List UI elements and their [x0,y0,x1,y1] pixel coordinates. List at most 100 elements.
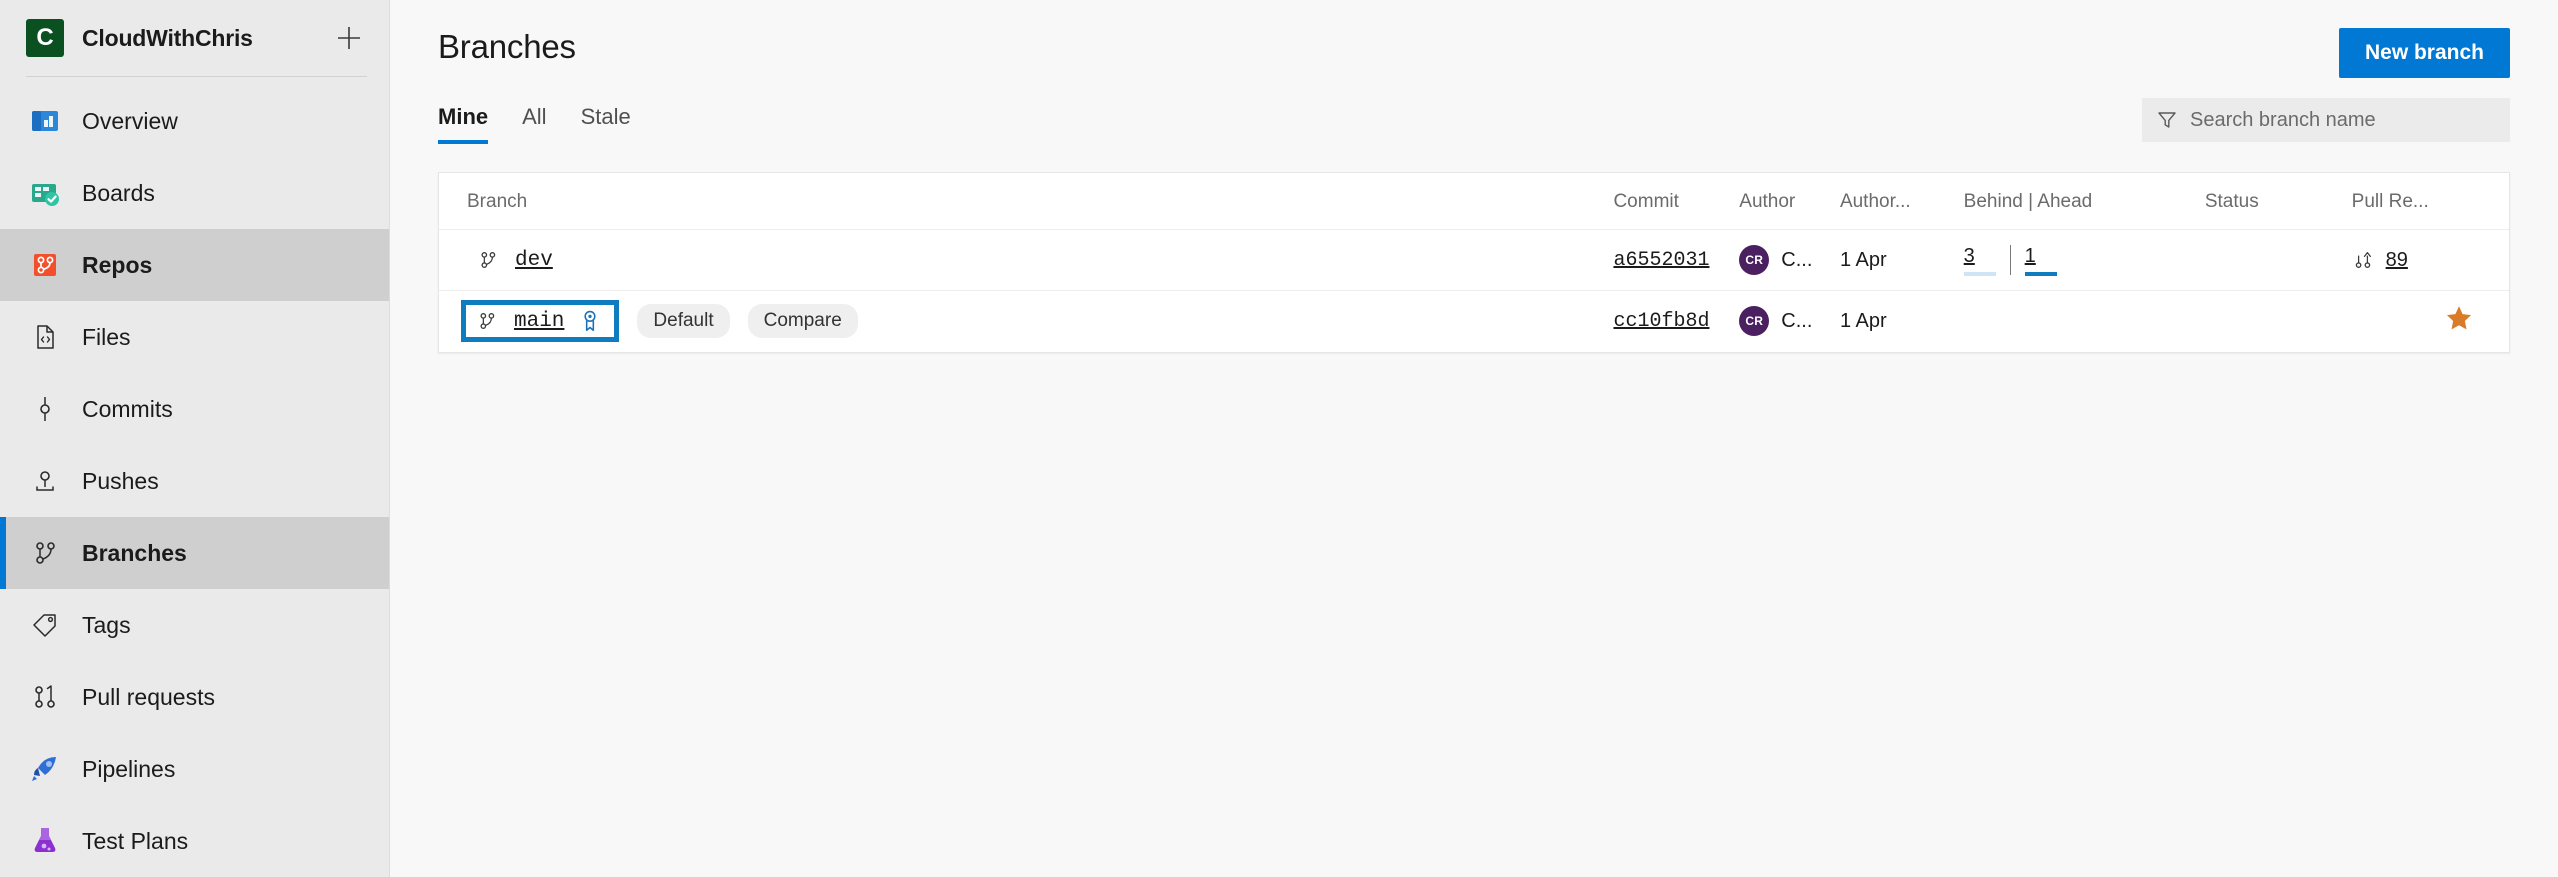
sidebar-item-files[interactable]: Files [0,301,389,373]
column-header-status[interactable]: Status [2204,173,2352,230]
behind-group: 3 [1963,245,1996,276]
branches-table-card: Branch Commit Author Author... Behind | … [438,172,2510,353]
sidebar-item-label: Overview [82,107,178,134]
main-content: Branches New branch Mine All Stale Searc… [390,0,2558,877]
commits-icon [26,390,64,428]
sidebar-item-overview[interactable]: Overview [0,85,389,157]
pull-request-icon [2352,249,2374,271]
pipelines-icon [26,750,64,788]
page-title: Branches [438,28,576,65]
boards-icon [26,174,64,212]
ahead-group: 1 [2024,245,2057,276]
table-header-row: Branch Commit Author Author... Behind | … [439,173,2509,230]
table-body: dev a6552031 CR C... 1 Apr 3 1 89 main D… [439,229,2509,352]
sidebar-item-label: Test Plans [82,827,189,854]
pull-requests-icon [26,678,64,716]
sidebar-item-label: Repos [82,251,153,278]
sidebar-item-label: Pipelines [82,755,176,782]
tab-all[interactable]: All [522,104,546,144]
tags-icon [26,606,64,644]
search-branch-field[interactable] [2142,98,2510,142]
ahead-count[interactable]: 1 [2025,245,2036,268]
commit-cell: a6552031 [1613,229,1740,291]
column-header-pull-request[interactable]: Pull Re... [2351,173,2509,230]
app-root: C CloudWithChris Overview Boards Repos F… [0,0,2558,877]
sidebar-item-label: Boards [82,179,155,206]
sidebar-item-tags[interactable]: Tags [0,589,389,661]
ahead-bar [2024,271,2057,276]
sidebar-item-pushes[interactable]: Pushes [0,445,389,517]
branch-cell: dev [439,229,1614,291]
branch-name-box-highlighted[interactable]: main [461,300,620,343]
sidebar-item-label: Tags [82,611,131,638]
branch-name-link[interactable]: dev [515,249,553,272]
star-icon[interactable] [2444,303,2474,339]
branch-name-box[interactable]: dev [467,243,563,278]
filter-icon [2156,109,2178,131]
branches-icon [26,534,64,572]
sidebar-nav: Overview Boards Repos Files Commits Push… [0,77,389,877]
branch-name-link[interactable]: main [514,310,564,333]
search-input[interactable] [2190,108,2496,132]
branches-table: Branch Commit Author Author... Behind | … [439,173,2509,352]
authored-date-cell: 1 Apr [1839,309,1887,332]
pull-request-cell: 89 [2351,229,2509,291]
sidebar-item-branches[interactable]: Branches [0,517,389,589]
behind-ahead-cell: 3 1 [1963,229,2205,291]
commit-link[interactable]: cc10fb8d [1613,310,1709,333]
status-cell [2204,229,2352,291]
files-icon [26,318,64,356]
sidebar: C CloudWithChris Overview Boards Repos F… [0,0,390,877]
avatar: CR [1739,306,1770,337]
author-cell: CR C... [1739,291,1840,352]
project-logo: C [26,19,64,57]
branch-cell: main Default Compare [439,291,1613,352]
column-header-author[interactable]: Author [1739,173,1840,230]
behind-ahead-cell [1964,291,2205,352]
tab-mine[interactable]: Mine [438,104,489,144]
branch-icon [477,249,499,271]
pushes-icon [26,462,64,500]
behind-ahead-separator [2009,245,2011,275]
commit-link[interactable]: a6552031 [1613,249,1709,272]
table-row[interactable]: main Default Compare cc10fb8d CR C... 1 … [439,291,2509,352]
authored-date-cell: 1 Apr [1839,229,1964,291]
test-plans-icon [26,822,64,860]
sidebar-item-label: Commits [82,395,173,422]
column-header-branch[interactable]: Branch [439,173,1614,230]
new-branch-button[interactable]: New branch [2338,28,2510,78]
sidebar-item-repos[interactable]: Repos [0,229,389,301]
sidebar-item-label: Pull requests [82,683,215,710]
table-row[interactable]: dev a6552031 CR C... 1 Apr 3 1 89 [439,229,2509,291]
project-name: CloudWithChris [82,24,253,51]
commit-cell: cc10fb8d [1613,291,1739,352]
sidebar-item-pull-requests[interactable]: Pull requests [0,661,389,733]
overview-icon [26,102,64,140]
column-header-authored-date[interactable]: Author... [1839,173,1964,230]
sidebar-item-pipelines[interactable]: Pipelines [0,733,389,805]
sidebar-item-boards[interactable]: Boards [0,157,389,229]
column-header-commit[interactable]: Commit [1613,173,1740,230]
table-header: Branch Commit Author Author... Behind | … [439,173,2509,230]
sidebar-item-test-plans[interactable]: Test Plans [0,805,389,877]
column-header-behind-ahead[interactable]: Behind | Ahead [1963,173,2205,230]
pull-request-number[interactable]: 89 [2386,249,2408,272]
tabs-row: Mine All Stale [390,98,2558,150]
tabs: Mine All Stale [438,104,631,144]
sidebar-item-label: Pushes [82,467,159,494]
status-cell [2205,291,2352,352]
author-name: C... [1781,248,1813,271]
tab-stale[interactable]: Stale [581,104,631,144]
main-header: Branches New branch [390,0,2558,78]
sidebar-item-commits[interactable]: Commits [0,373,389,445]
sidebar-item-label: Files [82,323,131,350]
pull-request-cell [2352,291,2509,352]
favorite-star-wrap [2352,303,2509,339]
avatar: CR [1739,245,1770,275]
sidebar-item-label: Branches [82,539,187,566]
compare-button[interactable]: Compare [747,304,858,339]
author-name: C... [1781,309,1813,332]
default-badge[interactable]: Default [637,304,730,339]
behind-count[interactable]: 3 [1964,245,1975,268]
add-icon[interactable] [331,20,367,56]
